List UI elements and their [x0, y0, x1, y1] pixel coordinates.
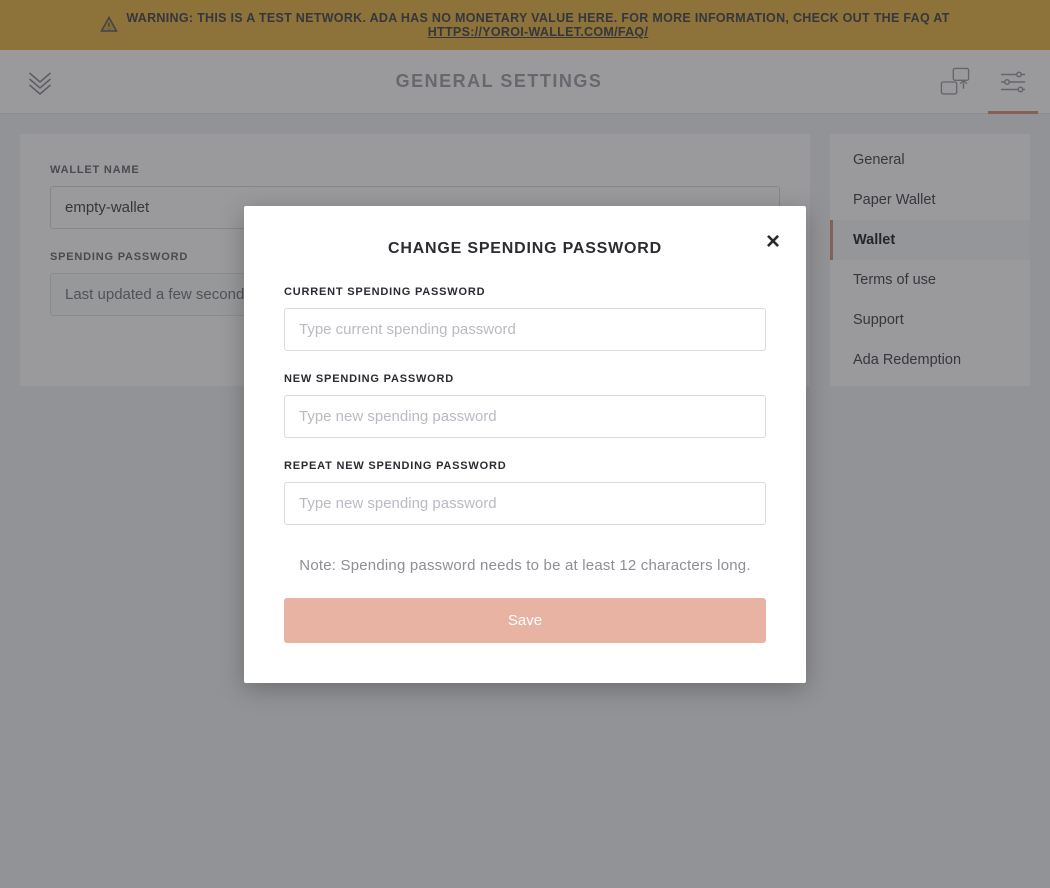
current-password-label: CURRENT SPENDING PASSWORD: [284, 286, 766, 298]
change-spending-password-modal: CHANGE SPENDING PASSWORD × CURRENT SPEND…: [244, 206, 806, 683]
repeat-password-label: REPEAT NEW SPENDING PASSWORD: [284, 460, 766, 472]
save-button[interactable]: Save: [284, 598, 766, 643]
new-password-label: NEW SPENDING PASSWORD: [284, 373, 766, 385]
repeat-password-input[interactable]: [284, 482, 766, 525]
current-password-input[interactable]: [284, 308, 766, 351]
close-icon[interactable]: ×: [766, 230, 780, 254]
new-password-input[interactable]: [284, 395, 766, 438]
password-length-note: Note: Spending password needs to be at l…: [284, 557, 766, 574]
modal-overlay[interactable]: CHANGE SPENDING PASSWORD × CURRENT SPEND…: [0, 0, 1050, 888]
modal-title: CHANGE SPENDING PASSWORD: [284, 240, 766, 258]
